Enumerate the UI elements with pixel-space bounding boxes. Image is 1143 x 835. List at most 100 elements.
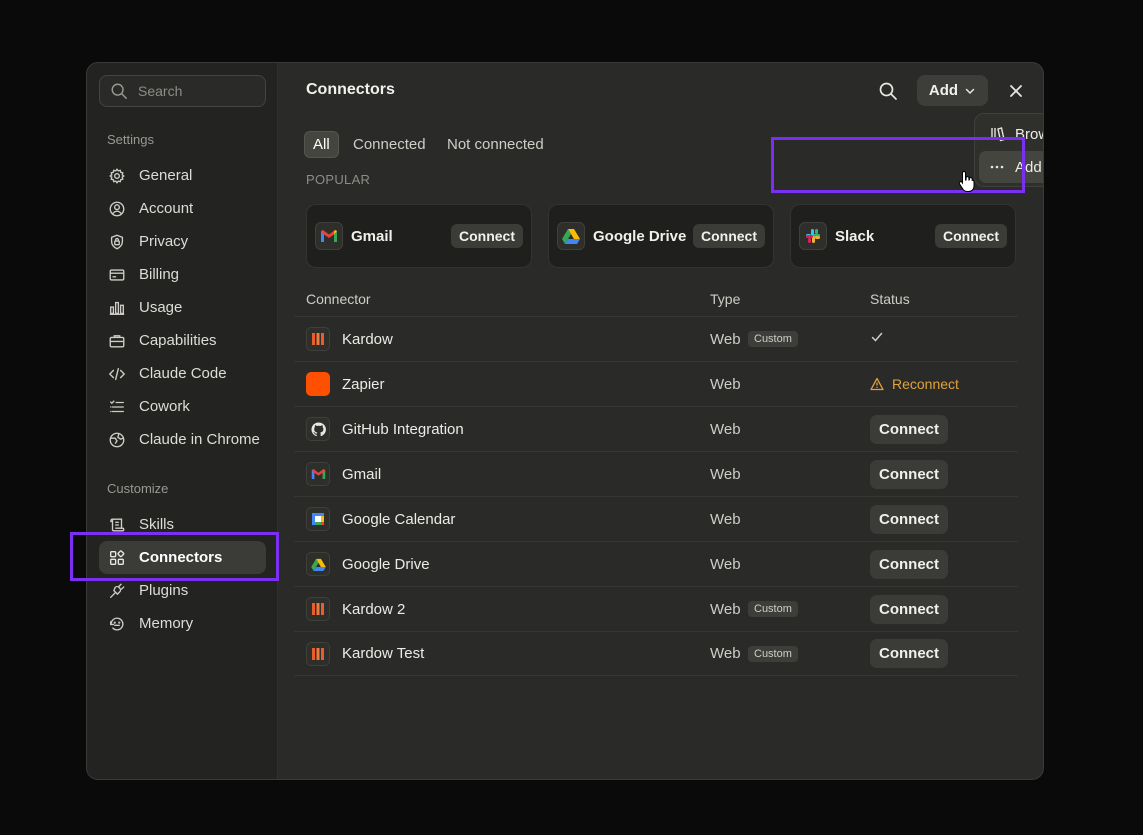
connect-button[interactable]: Connect: [451, 224, 523, 248]
connector-type: Web: [710, 555, 741, 573]
sidebar-item-privacy[interactable]: Privacy: [99, 225, 266, 258]
popular-card-name: Gmail: [351, 227, 393, 245]
sidebar-item-claude-code[interactable]: Claude Code: [99, 357, 266, 390]
google-calendar-icon: [306, 507, 330, 531]
settings-section-label: Settings: [107, 132, 154, 147]
table-row[interactable]: Google Calendar Web Connect: [294, 496, 1018, 541]
sidebar-item-label: Memory: [139, 615, 194, 632]
sidebar-item-label: Skills: [139, 516, 175, 533]
connector-name: Gmail: [342, 465, 382, 483]
briefcase-icon: [109, 334, 125, 348]
column-header-status: Status: [870, 291, 910, 307]
connect-button[interactable]: Connect: [870, 549, 948, 579]
column-header-connector: Connector: [306, 291, 371, 307]
connect-button[interactable]: Connect: [870, 459, 948, 489]
table-row[interactable]: Kardow 2 Web Custom Connect: [294, 586, 1018, 631]
sidebar-item-label: Plugins: [139, 582, 189, 599]
code-icon: [108, 367, 126, 380]
main-panel: Connectors Add All Connected Not connect…: [278, 63, 1043, 779]
connect-button[interactable]: Connect: [935, 224, 1007, 248]
connected-status: [870, 330, 884, 349]
sidebar-item-label: Usage: [139, 299, 183, 316]
connector-type: Web: [710, 375, 741, 393]
library-icon: [991, 127, 1005, 142]
connector-name: Kardow Test: [342, 645, 425, 662]
custom-badge: Custom: [748, 601, 798, 617]
custom-badge: Custom: [748, 331, 798, 347]
search-button[interactable]: [874, 77, 902, 105]
connector-name: GitHub Integration: [342, 420, 464, 438]
sidebar-item-label: Cowork: [139, 398, 190, 415]
google-drive-icon: [557, 222, 585, 250]
google-drive-icon: [306, 552, 330, 576]
checklist-icon: [110, 399, 124, 412]
search-icon: [879, 82, 897, 100]
sidebar-item-billing[interactable]: Billing: [99, 258, 266, 291]
user-icon: [109, 201, 125, 216]
tab-connected[interactable]: Connected: [345, 131, 434, 158]
connector-name: Kardow: [342, 330, 393, 348]
memory-icon: [110, 617, 124, 631]
connector-name: Zapier: [342, 375, 385, 393]
slack-icon: [799, 222, 827, 250]
connect-button[interactable]: Connect: [870, 414, 948, 444]
close-icon: [1010, 85, 1022, 97]
sidebar-item-plugins[interactable]: Plugins: [99, 574, 266, 607]
sidebar-item-skills[interactable]: Skills: [99, 508, 266, 541]
menu-item-add-custom-connector[interactable]: Add custom connector: [979, 151, 1043, 183]
sidebar-item-usage[interactable]: Usage: [99, 291, 266, 324]
connector-type: Web: [710, 645, 741, 662]
github-icon: [306, 417, 330, 441]
sidebar-item-label: General: [139, 167, 193, 184]
sidebar-item-label: Billing: [139, 266, 180, 283]
connect-button[interactable]: Connect: [870, 639, 948, 668]
sidebar-item-cowork[interactable]: Cowork: [99, 390, 266, 423]
globe-icon: [109, 432, 125, 447]
plug-icon: [110, 583, 125, 598]
connector-name: Google Drive: [342, 555, 430, 573]
sidebar-item-label: Account: [139, 200, 194, 217]
sidebar-item-account[interactable]: Account: [99, 192, 266, 225]
kardow-icon: [306, 641, 330, 666]
custom-badge: Custom: [748, 645, 798, 662]
connect-button[interactable]: Connect: [870, 594, 948, 624]
tab-not-connected[interactable]: Not connected: [439, 131, 552, 158]
tab-all[interactable]: All: [304, 131, 339, 158]
reconnect-link[interactable]: Reconnect: [870, 376, 959, 392]
menu-item-browse-connectors[interactable]: Browse connectors: [979, 118, 1043, 150]
connect-button[interactable]: Connect: [870, 504, 948, 534]
gmail-icon: [315, 222, 343, 250]
sidebar-item-label: Capabilities: [139, 332, 217, 349]
popular-card-slack: Slack Connect: [790, 204, 1016, 268]
table-row[interactable]: Gmail Web Connect: [294, 451, 1018, 496]
page-title: Connectors: [306, 81, 395, 98]
sidebar-item-claude-in-chrome[interactable]: Claude in Chrome: [99, 423, 266, 456]
connectors-icon: [110, 549, 125, 565]
popular-card-google-drive: Google Drive Connect: [548, 204, 774, 268]
table-row[interactable]: GitHub Integration Web Connect: [294, 406, 1018, 451]
menu-item-label: Add custom connector: [1015, 158, 1043, 176]
table-row[interactable]: Kardow Web Custom: [294, 316, 1018, 361]
column-header-type: Type: [710, 291, 741, 307]
menu-item-label: Browse connectors: [1015, 125, 1043, 143]
connect-button[interactable]: Connect: [693, 224, 765, 248]
search-box[interactable]: [99, 75, 266, 107]
sidebar-item-label: Claude Code: [139, 365, 227, 382]
popular-card-name: Slack: [835, 227, 875, 245]
sidebar-item-connectors[interactable]: Connectors: [99, 541, 266, 574]
sidebar-item-memory[interactable]: Memory: [99, 607, 266, 640]
bar-chart-icon: [109, 301, 125, 315]
table-row[interactable]: Google Drive Web Connect: [294, 541, 1018, 586]
add-button[interactable]: Add: [917, 75, 988, 106]
sidebar-item-general[interactable]: General: [99, 159, 266, 192]
search-input[interactable]: [138, 83, 258, 99]
sidebar-item-capabilities[interactable]: Capabilities: [99, 324, 266, 357]
gear-icon: [109, 167, 125, 184]
card-icon: [109, 268, 125, 281]
close-button[interactable]: [1002, 77, 1030, 105]
table-row[interactable]: Zapier Web Reconnect: [294, 361, 1018, 406]
more-horizontal-icon: [990, 165, 1004, 169]
customize-section-label: Customize: [107, 481, 169, 496]
reconnect-label: Reconnect: [892, 376, 959, 392]
table-row[interactable]: Kardow Test Web Custom Connect: [294, 631, 1018, 676]
